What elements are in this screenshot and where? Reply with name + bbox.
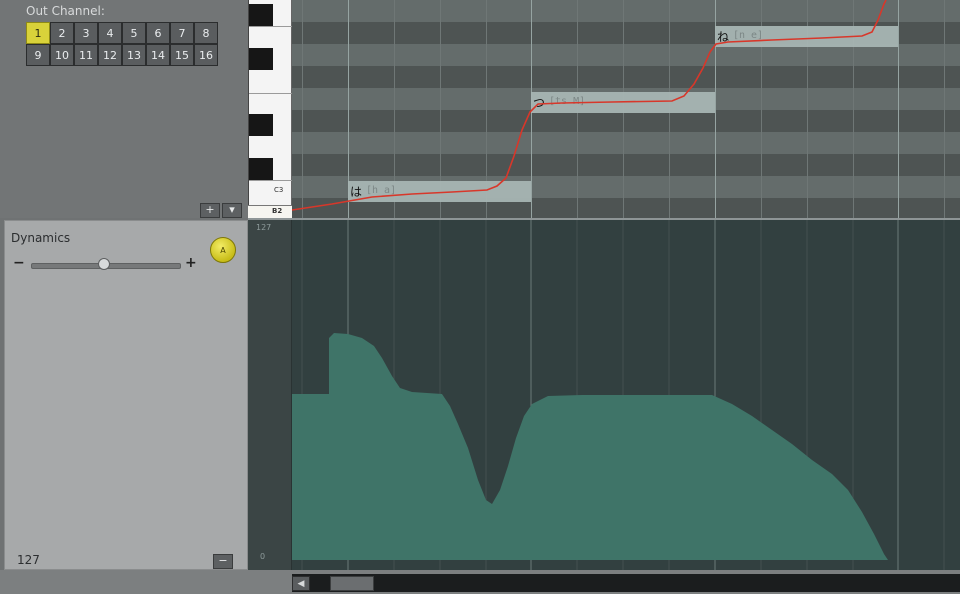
dynamics-editor[interactable]: 127 0 <box>248 220 960 570</box>
channel-button-6[interactable]: 6 <box>146 22 170 44</box>
black-key[interactable] <box>249 4 273 26</box>
dynamics-axis: 127 0 <box>248 220 292 570</box>
black-key[interactable] <box>249 158 273 180</box>
channel-button-1[interactable]: 1 <box>26 22 50 44</box>
channel-button-14[interactable]: 14 <box>146 44 170 66</box>
control-menu-button[interactable]: ▾ <box>222 203 242 218</box>
channel-button-11[interactable]: 11 <box>74 44 98 66</box>
channel-button-2[interactable]: 2 <box>50 22 74 44</box>
out-channel-label: Out Channel: <box>26 4 105 18</box>
scroll-left-icon[interactable]: ◀ <box>292 576 310 591</box>
key-label-c3: C3 <box>274 186 284 194</box>
channel-grid: 1 2 3 4 5 6 7 8 9 10 11 12 13 14 15 16 <box>26 22 218 66</box>
channel-button-13[interactable]: 13 <box>122 44 146 66</box>
axis-max-label: 127 <box>256 223 272 232</box>
channel-button-4[interactable]: 4 <box>98 22 122 44</box>
dynamics-panel: Dynamics A − + 127 − <box>4 220 248 570</box>
dynamics-graph[interactable] <box>292 220 960 570</box>
channel-button-10[interactable]: 10 <box>50 44 74 66</box>
channel-button-8[interactable]: 8 <box>194 22 218 44</box>
channel-button-12[interactable]: 12 <box>98 44 122 66</box>
channel-button-5[interactable]: 5 <box>122 22 146 44</box>
axis-min-label: 0 <box>260 552 266 561</box>
pitch-curve <box>292 0 887 211</box>
dynamics-value: 127 <box>17 553 40 567</box>
collapse-button[interactable]: − <box>213 554 233 569</box>
black-key[interactable] <box>249 114 273 136</box>
piano-keyboard[interactable]: C3 <box>248 0 293 218</box>
horizontal-scrollbar[interactable] <box>292 574 960 592</box>
add-control-button[interactable]: + <box>200 203 220 218</box>
increase-icon[interactable]: + <box>185 255 197 271</box>
slider-thumb[interactable] <box>98 258 110 270</box>
b2-key[interactable] <box>248 205 292 219</box>
channel-button-16[interactable]: 16 <box>194 44 218 66</box>
auto-button[interactable]: A <box>210 237 236 263</box>
black-key[interactable] <box>249 48 273 70</box>
channel-button-3[interactable]: 3 <box>74 22 98 44</box>
key-label-b2: B2 <box>272 207 283 215</box>
decrease-icon[interactable]: − <box>13 255 25 271</box>
channel-button-15[interactable]: 15 <box>170 44 194 66</box>
scroll-thumb[interactable] <box>330 576 374 591</box>
piano-roll[interactable]: は [h a] つ [ts M] ね [n e] <box>292 0 960 218</box>
channel-button-9[interactable]: 9 <box>26 44 50 66</box>
channel-button-7[interactable]: 7 <box>170 22 194 44</box>
dynamics-title: Dynamics <box>11 231 71 245</box>
